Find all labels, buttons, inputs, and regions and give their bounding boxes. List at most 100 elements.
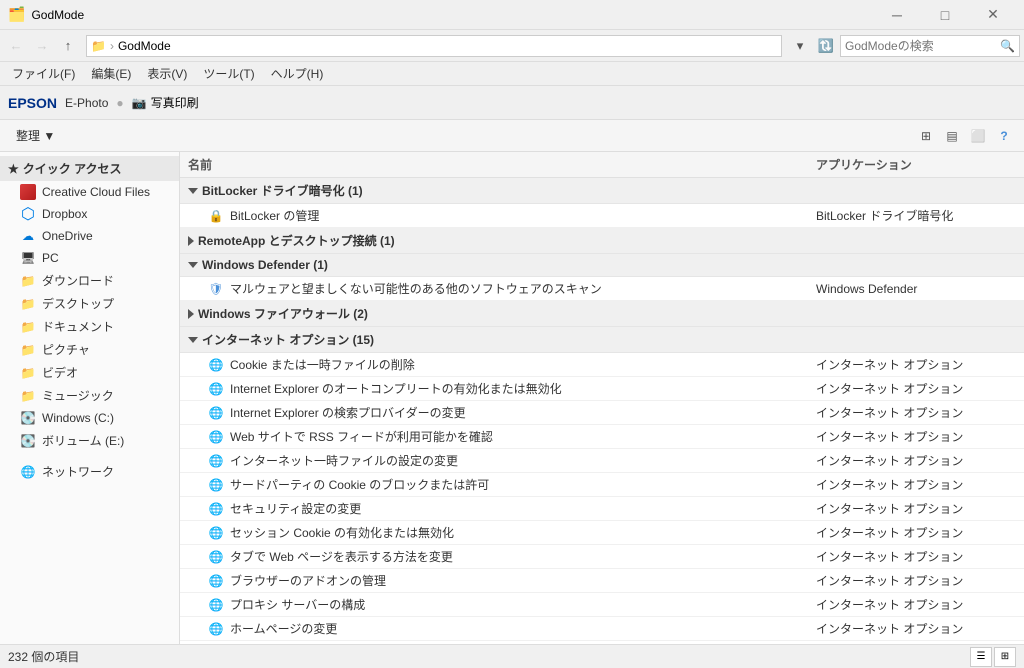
col-app-header: アプリケーション bbox=[816, 156, 1016, 173]
dropbox-icon: ⬡ bbox=[20, 206, 36, 222]
sidebar-item-label: Windows (C:) bbox=[42, 411, 114, 425]
row-name: 🌐 ブラウザーのアドオンの管理 bbox=[208, 572, 816, 589]
row-icon: 🌐 bbox=[208, 429, 224, 445]
sidebar-item-label: ボリューム (E:) bbox=[42, 432, 124, 449]
table-row[interactable]: 🌐 サードパーティの Cookie のブロックまたは許可 インターネット オプシ… bbox=[180, 473, 1024, 497]
category-defender[interactable]: Windows Defender (1) bbox=[180, 254, 1024, 277]
table-row[interactable]: 🌐 Internet Explorer の検索プロバイダーの変更 インターネット… bbox=[180, 401, 1024, 425]
epson-action[interactable]: 📷 写真印刷 bbox=[132, 94, 199, 111]
view-large-button[interactable]: ⬜ bbox=[966, 124, 990, 148]
sidebar-item-volume-e[interactable]: 💽 ボリューム (E:) bbox=[0, 429, 179, 452]
app-icon: 🗂️ bbox=[8, 6, 25, 23]
title-bar-left: 🗂️ GodMode bbox=[8, 6, 84, 23]
downloads-icon: 📁 bbox=[20, 273, 36, 289]
breadcrumb-icon: 📁 bbox=[91, 39, 106, 53]
star-icon: ★ bbox=[8, 162, 19, 176]
menu-file[interactable]: ファイル(F) bbox=[4, 63, 83, 84]
item-app: BitLocker ドライブ暗号化 bbox=[816, 207, 1016, 224]
table-row[interactable]: 🌐 セキュリティ設定の変更 インターネット オプション bbox=[180, 497, 1024, 521]
drive-e-icon: 💽 bbox=[20, 433, 36, 449]
row-name: 🌐 インターネット一時ファイルの設定の変更 bbox=[208, 452, 816, 469]
table-row[interactable]: 🌐 タブで Web ページを表示する方法を変更 インターネット オプション bbox=[180, 545, 1024, 569]
row-icon: 🌐 bbox=[208, 477, 224, 493]
table-row[interactable]: 🌐 Web サイトで RSS フィードが利用可能かを確認 インターネット オプシ… bbox=[180, 425, 1024, 449]
pictures-icon: 📁 bbox=[20, 342, 36, 358]
table-row[interactable]: 🌐 ホームページの変更 インターネット オプション bbox=[180, 617, 1024, 641]
pc-icon: 🖥 bbox=[20, 250, 36, 266]
search-input[interactable] bbox=[845, 39, 1000, 53]
refresh-button[interactable]: ▾ bbox=[788, 34, 812, 58]
sidebar-item-onedrive[interactable]: ☁ OneDrive bbox=[0, 225, 179, 247]
address-bar[interactable]: 📁 › GodMode bbox=[86, 35, 782, 57]
view-mode-button[interactable]: ⊞ bbox=[914, 124, 938, 148]
item-name: タブで Web ページを表示する方法を変更 bbox=[230, 548, 453, 565]
sidebar-item-dropbox[interactable]: ⬡ Dropbox bbox=[0, 203, 179, 225]
category-remoteapp[interactable]: RemoteApp とデスクトップ接続 (1) bbox=[180, 228, 1024, 254]
quick-access-header[interactable]: ★ クイック アクセス bbox=[0, 156, 179, 181]
menu-help[interactable]: ヘルプ(H) bbox=[263, 63, 332, 84]
creative-cloud-icon bbox=[20, 184, 36, 200]
up-button[interactable]: ↑ bbox=[56, 34, 80, 58]
category-label: Windows ファイアウォール (2) bbox=[198, 305, 368, 322]
main-layout: ★ クイック アクセス Creative Cloud Files ⬡ Dropb… bbox=[0, 152, 1024, 644]
title-bar: 🗂️ GodMode ─ □ ✕ bbox=[0, 0, 1024, 30]
menu-view[interactable]: 表示(V) bbox=[139, 63, 195, 84]
sidebar-item-documents[interactable]: 📁 ドキュメント bbox=[0, 315, 179, 338]
item-name: インターネット一時ファイルの設定の変更 bbox=[230, 452, 458, 469]
sidebar-item-label: ネットワーク bbox=[42, 463, 114, 480]
status-list-view-button[interactable]: ☰ bbox=[970, 647, 992, 667]
table-row[interactable]: 🌐 セッション Cookie の有効化または無効化 インターネット オプション bbox=[180, 521, 1024, 545]
row-icon: 🌐 bbox=[208, 549, 224, 565]
category-firewall[interactable]: Windows ファイアウォール (2) bbox=[180, 301, 1024, 327]
sidebar-item-desktop[interactable]: 📁 デスクトップ bbox=[0, 292, 179, 315]
view-details-button[interactable]: ▤ bbox=[940, 124, 964, 148]
back-button[interactable]: ← bbox=[4, 34, 28, 58]
table-row[interactable]: 🌐 インターネット一時ファイルの設定の変更 インターネット オプション bbox=[180, 449, 1024, 473]
epson-product: E-Photo bbox=[65, 96, 108, 110]
sidebar-item-creative-cloud[interactable]: Creative Cloud Files bbox=[0, 181, 179, 203]
sidebar-item-pictures[interactable]: 📁 ピクチャ bbox=[0, 338, 179, 361]
table-row[interactable]: 🔒 BitLocker の管理 BitLocker ドライブ暗号化 bbox=[180, 204, 1024, 228]
menu-edit[interactable]: 編集(E) bbox=[83, 63, 139, 84]
expand-icon bbox=[188, 236, 194, 246]
sidebar-item-music[interactable]: 📁 ミュージック bbox=[0, 384, 179, 407]
title-bar-text: GodMode bbox=[31, 8, 84, 22]
row-icon: 🌐 bbox=[208, 501, 224, 517]
close-button[interactable]: ✕ bbox=[970, 0, 1016, 30]
table-row[interactable]: 🌐 Cookie または一時ファイルの削除 インターネット オプション bbox=[180, 353, 1024, 377]
sidebar-item-label: ダウンロード bbox=[42, 272, 114, 289]
properties-button[interactable]: 🔃 bbox=[814, 34, 838, 58]
help-button[interactable]: ? bbox=[992, 124, 1016, 148]
row-name: 🔒 BitLocker の管理 bbox=[208, 207, 816, 224]
item-name: セッション Cookie の有効化または無効化 bbox=[230, 524, 454, 541]
table-row[interactable]: 🌐 ポップアップのブロックまたは許可 インターネット オプション bbox=[180, 641, 1024, 644]
item-app: インターネット オプション bbox=[816, 596, 1016, 613]
table-row[interactable]: 🌐 Internet Explorer のオートコンプリートの有効化または無効化… bbox=[180, 377, 1024, 401]
item-name: プロキシ サーバーの構成 bbox=[230, 596, 365, 613]
minimize-button[interactable]: ─ bbox=[874, 0, 920, 30]
quick-access-label: クイック アクセス bbox=[23, 160, 122, 177]
sidebar-item-videos[interactable]: 📁 ビデオ bbox=[0, 361, 179, 384]
category-bitlocker[interactable]: BitLocker ドライブ暗号化 (1) bbox=[180, 178, 1024, 204]
item-app: インターネット オプション bbox=[816, 356, 1016, 373]
sidebar-item-network[interactable]: 🌐 ネットワーク bbox=[0, 460, 179, 483]
forward-button[interactable]: → bbox=[30, 34, 54, 58]
sidebar-item-downloads[interactable]: 📁 ダウンロード bbox=[0, 269, 179, 292]
table-row[interactable]: 🌐 プロキシ サーバーの構成 インターネット オプション bbox=[180, 593, 1024, 617]
item-name: サードパーティの Cookie のブロックまたは許可 bbox=[230, 476, 489, 493]
menu-bar: ファイル(F) 編集(E) 表示(V) ツール(T) ヘルプ(H) bbox=[0, 62, 1024, 86]
status-detail-view-button[interactable]: ⊞ bbox=[994, 647, 1016, 667]
sidebar-item-windows-c[interactable]: 💽 Windows (C:) bbox=[0, 407, 179, 429]
sidebar-item-pc[interactable]: 🖥 PC bbox=[0, 247, 179, 269]
table-row[interactable]: 🌐 ブラウザーのアドオンの管理 インターネット オプション bbox=[180, 569, 1024, 593]
maximize-button[interactable]: □ bbox=[922, 0, 968, 30]
table-row[interactable]: 🛡 マルウェアと望ましくない可能性のある他のソフトウェアのスキャン Window… bbox=[180, 277, 1024, 301]
organize-button[interactable]: 整理 ▼ bbox=[8, 123, 63, 148]
search-box[interactable]: 🔍 bbox=[840, 35, 1020, 57]
item-app: インターネット オプション bbox=[816, 572, 1016, 589]
expand-icon bbox=[188, 309, 194, 319]
category-internet-options[interactable]: インターネット オプション (15) bbox=[180, 327, 1024, 353]
item-app: インターネット オプション bbox=[816, 500, 1016, 517]
menu-tools[interactable]: ツール(T) bbox=[195, 63, 262, 84]
category-label: BitLocker ドライブ暗号化 (1) bbox=[202, 182, 363, 199]
